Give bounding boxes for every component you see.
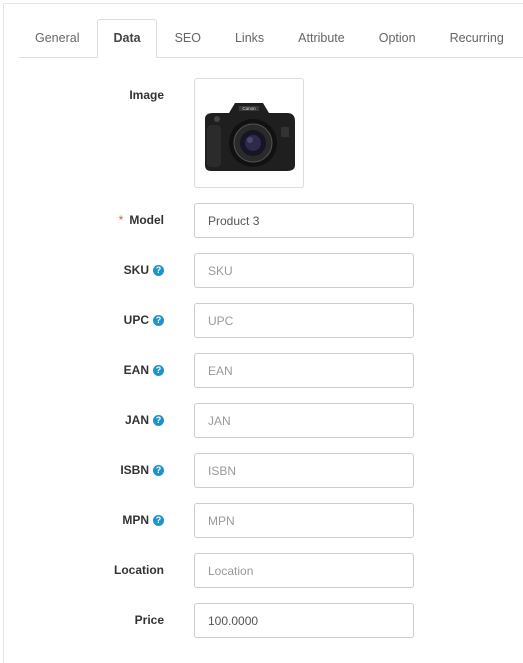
upc-label: UPC ? — [124, 313, 164, 327]
isbn-input[interactable] — [194, 453, 414, 488]
location-input[interactable] — [194, 553, 414, 588]
required-asterisk: * — [118, 213, 124, 227]
help-icon[interactable]: ? — [153, 264, 164, 276]
help-icon[interactable]: ? — [153, 364, 164, 376]
ean-input[interactable] — [194, 353, 414, 388]
tab-option[interactable]: Option — [363, 19, 432, 58]
tab-general[interactable]: General — [19, 19, 95, 58]
sku-label: SKU ? — [124, 263, 164, 277]
isbn-label: ISBN ? — [120, 463, 164, 477]
tab-attribute[interactable]: Attribute — [282, 19, 361, 58]
tab-seo[interactable]: SEO — [159, 19, 217, 58]
mpn-label: MPN ? — [122, 513, 164, 527]
image-label: Image — [129, 88, 164, 102]
location-label: Location — [114, 563, 164, 577]
sku-input[interactable] — [194, 253, 414, 288]
svg-text:Canon: Canon — [242, 106, 256, 111]
price-label: Price — [134, 613, 164, 627]
price-input[interactable] — [194, 603, 414, 638]
tab-links[interactable]: Links — [219, 19, 280, 58]
help-icon[interactable]: ? — [153, 514, 164, 526]
tab-data[interactable]: Data — [97, 19, 157, 58]
model-label: * Model — [118, 213, 164, 227]
jan-input[interactable] — [194, 403, 414, 438]
ean-label: EAN ? — [124, 363, 164, 377]
jan-label: JAN ? — [125, 413, 164, 427]
help-icon[interactable]: ? — [153, 414, 164, 426]
product-image-thumbnail[interactable]: Canon — [194, 78, 304, 188]
model-input[interactable] — [194, 203, 414, 238]
help-icon[interactable]: ? — [153, 314, 164, 326]
mpn-input[interactable] — [194, 503, 414, 538]
tab-bar: General Data SEO Links Attribute Option … — [19, 19, 523, 58]
help-icon[interactable]: ? — [153, 464, 164, 476]
upc-input[interactable] — [194, 303, 414, 338]
camera-image: Canon — [205, 103, 295, 171]
tab-recurring[interactable]: Recurring — [434, 19, 520, 58]
